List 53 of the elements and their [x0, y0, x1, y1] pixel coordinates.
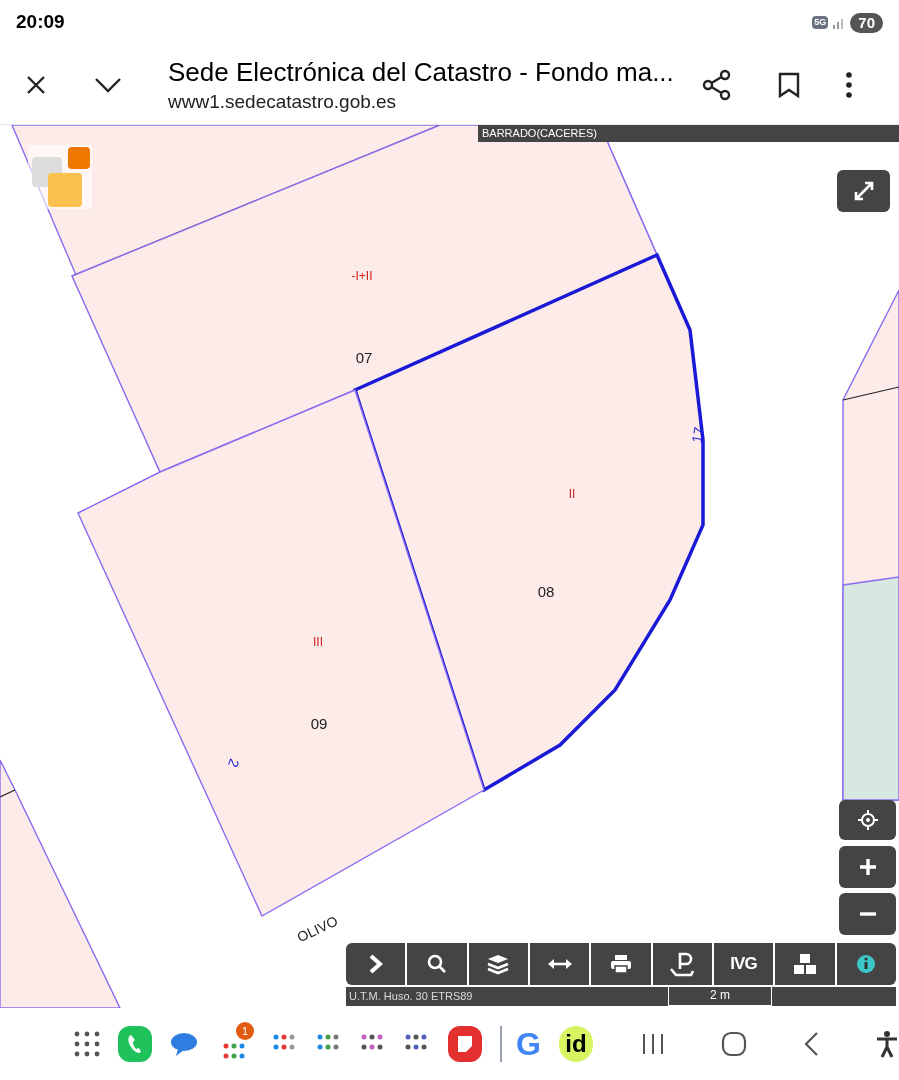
notification-badge: 1 [235, 1022, 254, 1040]
id-app-icon[interactable]: id [558, 1026, 593, 1062]
fullscreen-button[interactable] [837, 170, 890, 212]
back-icon [803, 1031, 819, 1057]
home-icon [721, 1031, 747, 1057]
notes-app-icon[interactable] [447, 1026, 483, 1062]
chevron-icon [367, 953, 384, 975]
network-indicator: 5G [812, 15, 829, 30]
notes-icon [456, 1034, 474, 1054]
parcel-number: 08 [537, 583, 555, 601]
messages-icon [170, 1031, 199, 1057]
parcel-number: 07 [355, 349, 373, 367]
page-title: Sede Electrónica del Catastro - Fondo ma... [168, 55, 675, 89]
projection-label: U.T.M. Huso. 30 ETRS89 [349, 989, 473, 1004]
parcel-class-label: -I+II [351, 269, 373, 283]
boundary-line [0, 789, 16, 798]
search-icon [427, 954, 447, 974]
battery-indicator: 70 [850, 12, 883, 33]
home-button[interactable] [721, 1031, 747, 1057]
scale-bar: 2 m [668, 987, 772, 1006]
bookmark-icon [778, 71, 800, 98]
back-button[interactable] [803, 1031, 819, 1057]
recents-button[interactable] [641, 1033, 665, 1055]
zoom-out-icon [858, 912, 877, 916]
street-number: 2 [225, 756, 243, 770]
zoom-in-button[interactable] [839, 846, 896, 888]
accessibility-icon [875, 1030, 899, 1058]
share-icon [702, 68, 732, 101]
boundary-line [842, 386, 899, 401]
clock: 20:09 [16, 10, 65, 35]
double-arrow-icon [547, 958, 572, 970]
parcel-number: 09 [310, 715, 328, 733]
page-url: www1.sedecatastro.gob.es [168, 89, 398, 114]
info-icon [856, 954, 877, 974]
locality-label: BARRADO(CACERES) [478, 125, 899, 142]
locate-icon [857, 810, 878, 830]
logo-icon [28, 145, 92, 209]
tool-button[interactable]: IVG [713, 943, 776, 985]
zoom-out-button[interactable] [839, 893, 896, 935]
collapse-icon [94, 76, 122, 93]
zoom-in-icon [858, 858, 877, 876]
printer-icon [609, 954, 632, 974]
layers-icon [486, 953, 511, 975]
messages-app-icon[interactable] [170, 1031, 199, 1057]
app-drawer-icon [74, 1031, 100, 1057]
parcel-class-label: II [568, 487, 576, 501]
locate-button[interactable] [839, 800, 896, 840]
hand-letter-icon [669, 951, 696, 977]
parcel-class-label: III [313, 635, 323, 649]
accessibility-button[interactable] [875, 1030, 899, 1058]
more-options-icon [846, 71, 852, 98]
app-drawer-button[interactable] [74, 1031, 100, 1057]
recents-icon [641, 1033, 665, 1055]
